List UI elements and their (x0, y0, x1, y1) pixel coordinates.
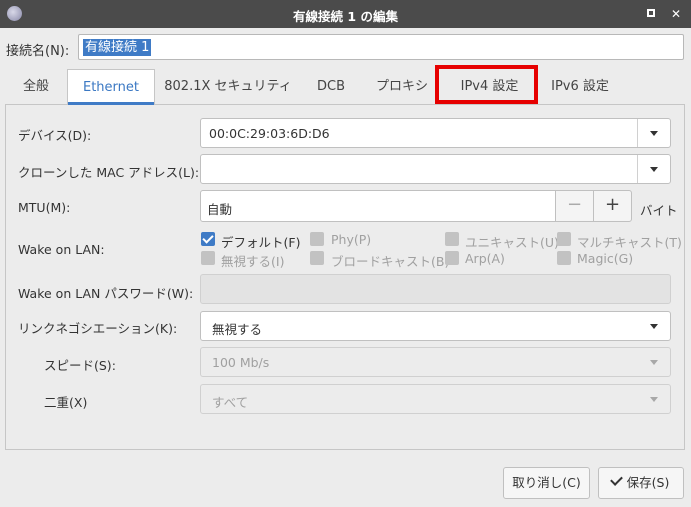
wol-arp-checkbox[interactable] (445, 251, 459, 265)
mtu-unit: バイト (640, 203, 678, 218)
link-negotiation-label: リンクネゴシエーション(K): (18, 321, 178, 336)
maximize-icon[interactable] (644, 6, 660, 22)
wol-unicast-label: ユニキャスト(U) (465, 235, 559, 250)
duplex-value: すべて (212, 395, 249, 410)
title-bar: 有線接続 1 の編集 ✕ (0, 0, 691, 28)
wol-multicast-checkbox[interactable] (557, 232, 571, 246)
wol-ignore-label: 無視する(I) (221, 254, 285, 269)
wol-default-label: デフォルト(F) (221, 235, 301, 250)
connection-name-input[interactable]: 有線接続 1 (78, 34, 684, 60)
chevron-down-icon (638, 312, 670, 340)
connection-name-label: 接続名(N): (6, 44, 70, 59)
wol-magic-label: Magic(G) (577, 251, 634, 266)
speed-label: スピード(S): (44, 358, 116, 373)
tab-ipv6-settings[interactable]: IPv6 設定 (536, 69, 624, 104)
tab-general[interactable]: 全般 (5, 69, 67, 104)
tab-dcb[interactable]: DCB (301, 69, 361, 104)
wol-label: Wake on LAN: (18, 242, 105, 257)
cancel-button[interactable]: 取り消し(C) (503, 467, 590, 499)
checkmark-icon (609, 473, 623, 486)
tab-8021x-security[interactable]: 802.1X セキュリティ (155, 69, 301, 104)
duplex-label: 二重(X) (44, 395, 88, 410)
cloned-mac-label: クローンした MAC アドレス(L): (18, 165, 200, 180)
mtu-input[interactable]: 自動 (200, 190, 556, 222)
mtu-increment-button[interactable]: + (593, 190, 632, 222)
chevron-down-icon[interactable] (637, 155, 670, 183)
device-combo[interactable]: 00:0C:29:03:6D:D6 (200, 118, 671, 148)
ipv4-tab-highlight-box (435, 65, 538, 104)
wol-ignore-checkbox[interactable] (201, 251, 215, 265)
wol-unicast-checkbox[interactable] (445, 232, 459, 246)
duplex-select: すべて (200, 384, 671, 414)
tab-proxy[interactable]: プロキシ (361, 69, 443, 104)
wol-phy-label: Phy(P) (331, 232, 372, 247)
wol-password-label: Wake on LAN パスワード(W): (18, 286, 194, 301)
tab-bar: 全般 Ethernet 802.1X セキュリティ DCB プロキシ IPv4 … (5, 69, 685, 105)
close-icon[interactable]: ✕ (668, 6, 684, 22)
mtu-decrement-button[interactable]: − (555, 190, 594, 222)
wol-phy-checkbox[interactable] (310, 232, 324, 246)
connection-name-value: 有線接続 1 (83, 39, 152, 56)
wol-multicast-label: マルチキャスト(T) (577, 235, 682, 250)
link-negotiation-value: 無視する (212, 322, 263, 337)
mtu-label: MTU(M): (18, 200, 71, 215)
save-button[interactable]: 保存(S) (598, 467, 684, 499)
link-negotiation-select[interactable]: 無視する (200, 311, 671, 341)
wol-broadcast-label: ブロードキャスト(B) (331, 254, 450, 269)
wol-magic-checkbox[interactable] (557, 251, 571, 265)
speed-value: 100 Mb/s (212, 355, 270, 370)
wol-password-input (200, 274, 671, 304)
cloned-mac-combo[interactable] (200, 154, 671, 184)
device-label: デバイス(D): (18, 128, 92, 143)
wol-default-checkbox[interactable] (201, 232, 215, 246)
chevron-down-icon[interactable] (637, 119, 670, 147)
device-value: 00:0C:29:03:6D:D6 (209, 126, 330, 141)
connection-name-row: 接続名(N): 有線接続 1 (0, 28, 691, 66)
save-button-label: 保存(S) (626, 475, 670, 490)
window-title: 有線接続 1 の編集 (293, 9, 398, 24)
wol-broadcast-checkbox[interactable] (310, 251, 324, 265)
chevron-down-icon (638, 385, 670, 413)
speed-select: 100 Mb/s (200, 347, 671, 377)
mtu-value: 自動 (207, 202, 233, 217)
wol-arp-label: Arp(A) (465, 251, 505, 266)
tab-ethernet[interactable]: Ethernet (67, 69, 155, 105)
chevron-down-icon (638, 348, 670, 376)
